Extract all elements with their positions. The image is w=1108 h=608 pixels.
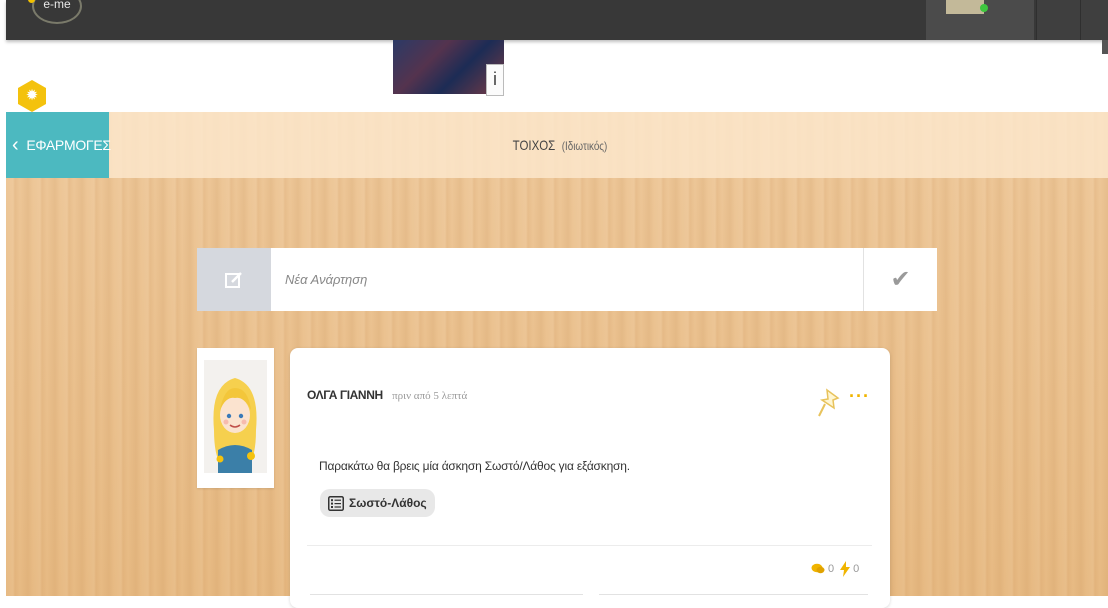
edit-icon bbox=[225, 271, 242, 288]
divider bbox=[310, 594, 583, 595]
activity-attachment[interactable]: Σωστό-Λάθος bbox=[320, 489, 435, 517]
post-body-text: Παρακάτω θα βρεις μία άσκηση Σωστό/Λάθος… bbox=[319, 459, 630, 473]
pin-icon[interactable] bbox=[818, 386, 842, 422]
online-status-indicator bbox=[980, 4, 988, 12]
divider bbox=[599, 594, 868, 595]
likes-button[interactable]: 0 bbox=[840, 561, 859, 577]
check-icon: ✔ bbox=[890, 266, 911, 293]
post-timestamp: πριν από 5 λεπτά bbox=[392, 390, 468, 402]
compose-button[interactable] bbox=[197, 248, 271, 311]
comments-count: 0 bbox=[828, 563, 835, 575]
more-options-button[interactable]: ··· bbox=[849, 386, 870, 407]
chevron-left-icon: ‹ bbox=[12, 134, 19, 156]
post-header: ΟΛΓΑ ΓΙΑΝΝΗ πριν από 5 λεπτά bbox=[307, 388, 467, 402]
post-author-name[interactable]: ΟΛΓΑ ΓΙΑΝΝΗ bbox=[307, 388, 383, 402]
comments-button[interactable]: 0 bbox=[811, 563, 834, 575]
submit-post-button[interactable]: ✔ bbox=[863, 248, 937, 311]
author-avatar bbox=[204, 360, 267, 473]
apps-back-button[interactable]: ‹ ΕΦΑΡΜΟΓΕΣ bbox=[6, 112, 111, 178]
new-post-input[interactable] bbox=[271, 248, 863, 311]
new-post-composer: ✔ bbox=[197, 248, 937, 311]
app-logo[interactable]: e-me bbox=[28, 0, 82, 24]
author-avatar-card[interactable] bbox=[197, 348, 274, 488]
wall-title-text: ΤΟΙΧΟΣ bbox=[512, 137, 556, 153]
logo-dot bbox=[28, 0, 35, 3]
divider bbox=[307, 545, 872, 546]
logo-text: e-me bbox=[43, 0, 71, 11]
activity-label: Σωστό-Λάθος bbox=[349, 496, 427, 510]
top-bar-button[interactable] bbox=[1036, 0, 1081, 40]
gear-icon[interactable]: ✹ bbox=[18, 80, 46, 112]
likes-count: 0 bbox=[853, 563, 860, 575]
wall-privacy-label: (Ιδιωτικός) bbox=[561, 139, 608, 153]
info-button[interactable]: i bbox=[486, 64, 504, 96]
top-bar-button[interactable] bbox=[1080, 0, 1108, 40]
scrollbar[interactable] bbox=[1102, 40, 1108, 54]
apps-button-label: ΕΦΑΡΜΟΓΕΣ bbox=[26, 137, 111, 153]
user-menu[interactable] bbox=[926, 0, 1034, 40]
post-card: ΟΛΓΑ ΓΙΑΝΝΗ πριν από 5 λεπτά ··· Παρακάτ… bbox=[290, 348, 890, 608]
list-icon bbox=[328, 495, 344, 511]
post-stats: 0 0 bbox=[805, 561, 859, 577]
top-bar: e-me bbox=[6, 0, 1108, 40]
comment-icon bbox=[811, 563, 825, 574]
lightning-icon bbox=[840, 561, 851, 577]
user-avatar[interactable] bbox=[946, 0, 988, 14]
wall-title: ΤΟΙΧΟΣ (Ιδιωτικός) bbox=[478, 137, 642, 153]
